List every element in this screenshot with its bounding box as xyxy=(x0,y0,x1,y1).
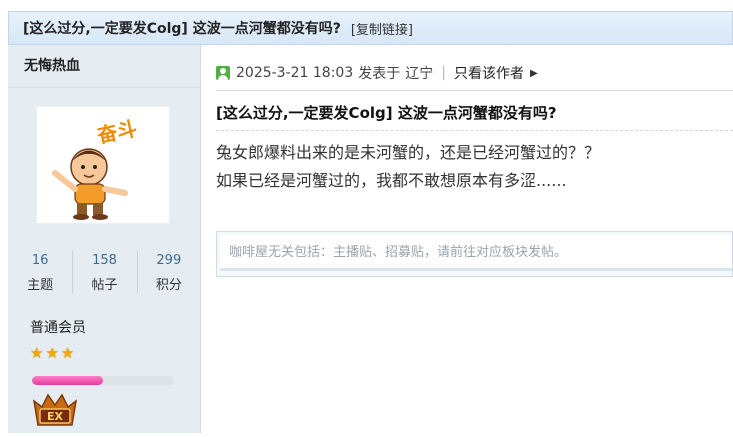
user-icon xyxy=(216,66,230,80)
badge-text: EX xyxy=(47,410,64,423)
post-location: 辽宁 xyxy=(405,66,434,82)
post-body: 兔女郎爆料出来的是未河蟹的，还是已经河蟹过的？？ 如果已经是河蟹过的，我都不敢想… xyxy=(216,139,600,195)
star-icon: ★ xyxy=(30,344,44,362)
post-body-line: 兔女郎爆料出来的是未河蟹的，还是已经河蟹过的？？ xyxy=(216,143,601,162)
thread-title: [这么过分,一定要发Colg] 这波一点河蟹都没有吗? xyxy=(23,21,341,37)
thread-header: [这么过分,一定要发Colg] 这波一点河蟹都没有吗? [复制链接] xyxy=(8,11,733,45)
post-meta: 2025-3-21 18:03 发表于 辽宁 | 只看该作者 ▶ xyxy=(216,63,538,83)
user-group[interactable]: 普通会员 xyxy=(30,317,86,337)
only-author-link[interactable]: 只看该作者 xyxy=(454,63,524,83)
stat-points-value: 299 xyxy=(156,253,182,268)
board-notice: 咖啡屋无关包括：主播贴、招募贴，请前往对应板块发帖。 xyxy=(216,231,733,277)
stat-topics[interactable]: 16 主题 xyxy=(8,247,72,297)
divider xyxy=(216,90,733,91)
stat-posts[interactable]: 158 帖子 xyxy=(72,247,136,297)
post-date: 2025-3-21 18:03 xyxy=(236,65,354,81)
star-icon: ★ xyxy=(60,344,75,362)
svg-text:奋斗: 奋斗 xyxy=(94,116,139,148)
divider xyxy=(216,130,733,131)
star-icon: ★ xyxy=(45,344,59,362)
post-content: 2025-3-21 18:03 发表于 辽宁 | 只看该作者 ▶ [这么过分,一… xyxy=(201,45,733,433)
level-progress-fill xyxy=(32,376,103,385)
post-title: [这么过分,一定要发Colg] 这波一点河蟹都没有吗? xyxy=(216,104,557,122)
stat-topics-label: 主题 xyxy=(27,278,54,293)
stat-points[interactable]: 299 积分 xyxy=(136,247,201,297)
level-badge-icon: EX xyxy=(28,391,82,437)
stat-points-label: 积分 xyxy=(155,278,182,293)
author-name[interactable]: 无悔热血 xyxy=(8,45,200,88)
level-progress-bar xyxy=(32,376,174,385)
stat-posts-value: 158 xyxy=(92,253,117,268)
meta-divider: | xyxy=(441,65,446,81)
triangle-right-icon: ▶ xyxy=(529,67,538,79)
author-sidebar: 无悔热血 奋斗 16 主题 158 帖子 299 积分 普通会员 ★ ★ ★ E… xyxy=(8,45,201,433)
copy-link-button[interactable]: [复制链接] xyxy=(351,19,413,38)
user-rank-stars: ★ ★ ★ xyxy=(30,345,74,361)
board-notice-text: 咖啡屋无关包括：主播贴、招募贴，请前往对应板块发帖。 xyxy=(220,235,732,271)
avatar[interactable]: 奋斗 xyxy=(37,107,169,223)
author-stats: 16 主题 158 帖子 299 积分 xyxy=(8,247,201,297)
posted-from-label: 发表于 xyxy=(358,66,401,82)
stat-posts-label: 帖子 xyxy=(91,278,118,293)
stat-topics-value: 16 xyxy=(31,253,49,268)
post-body-line: 如果已经是河蟹过的，我都不敢想原本有多涩...... xyxy=(216,171,567,190)
